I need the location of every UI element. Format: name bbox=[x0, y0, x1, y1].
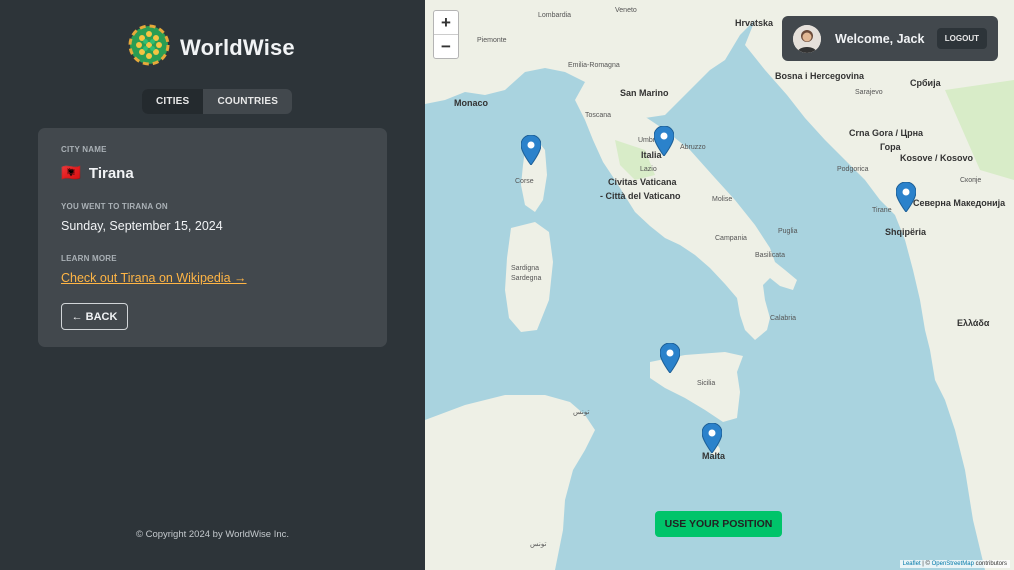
zoom-in-button[interactable]: + bbox=[434, 11, 458, 34]
tab-cities[interactable]: CITIES bbox=[142, 89, 204, 114]
copyright: © Copyright 2024 by WorldWise Inc. bbox=[135, 529, 290, 540]
sidebar: WorldWise CITIES COUNTRIES CITY NAME 🇦🇱 … bbox=[0, 0, 425, 570]
app: WorldWise CITIES COUNTRIES CITY NAME 🇦🇱 … bbox=[0, 0, 1014, 570]
map-label-lombardia: Lombardia bbox=[538, 12, 572, 19]
city-heading: 🇦🇱 Tirana bbox=[61, 163, 134, 183]
tab-countries[interactable]: COUNTRIES bbox=[203, 89, 292, 114]
city-marker[interactable] bbox=[896, 182, 916, 212]
city-marker[interactable] bbox=[660, 343, 680, 373]
map-label-calabria: Calabria bbox=[770, 315, 797, 322]
map-label-makedonija: Северна Македонија bbox=[913, 198, 1006, 208]
map-label-toscana: Toscana bbox=[585, 112, 612, 119]
app-name: WorldWise bbox=[180, 34, 295, 60]
map-label-veneto: Veneto bbox=[615, 7, 637, 14]
attribution-tail: contributors bbox=[973, 561, 1007, 567]
map-label-tunis-1: تونس bbox=[573, 409, 590, 416]
attribution-separator: | © bbox=[920, 561, 932, 567]
map-label-molise: Molise bbox=[712, 196, 733, 203]
logo[interactable]: WorldWise bbox=[128, 24, 295, 71]
city-marker[interactable] bbox=[521, 135, 541, 165]
view-tabs: CITIES COUNTRIES bbox=[142, 89, 293, 114]
leaflet-link[interactable]: Leaflet bbox=[903, 561, 921, 567]
logout-button[interactable]: LOGOUT bbox=[936, 28, 987, 49]
map-label-puglia: Puglia bbox=[778, 228, 798, 235]
map-label-vaticano-1: Civitas Vaticana bbox=[608, 177, 677, 187]
map-label-abruzzo: Abruzzo bbox=[680, 144, 706, 151]
map-label-emilia: Emilia-Romagna bbox=[568, 62, 620, 69]
osm-link[interactable]: OpenStreetMap bbox=[932, 561, 974, 567]
map-label-campania: Campania bbox=[715, 235, 747, 242]
map[interactable]: Lombardia Veneto Piemonte Emilia-Romagna… bbox=[425, 0, 1014, 570]
map-label-shqiperia: Shqipëria bbox=[885, 227, 927, 237]
city-name: Tirana bbox=[88, 164, 134, 182]
map-label-corse: Corse bbox=[515, 178, 534, 185]
wikipedia-link[interactable]: Check out Tirana on Wikipedia → bbox=[61, 271, 247, 285]
zoom-out-button[interactable]: − bbox=[434, 34, 458, 58]
city-details-card: CITY NAME 🇦🇱 Tirana YOU WENT TO TIRANA O… bbox=[38, 128, 387, 347]
map-label-sicilia: Sicilia bbox=[697, 380, 716, 387]
map-label-piemonte: Piemonte bbox=[477, 37, 507, 44]
avatar bbox=[793, 24, 821, 53]
zoom-control: + − bbox=[433, 10, 459, 59]
map-label-crna-gora-1: Crna Gora / Црна bbox=[849, 128, 924, 138]
back-button[interactable]: ← BACK bbox=[61, 303, 128, 330]
visit-date: Sunday, September 15, 2024 bbox=[61, 219, 223, 233]
map-label-sarajevo: Sarajevo bbox=[855, 89, 883, 96]
map-label-sardigna: Sardigna bbox=[511, 265, 540, 272]
map-label-hrvatska: Hrvatska bbox=[735, 18, 774, 28]
user-panel: Welcome, Jack LOGOUT bbox=[782, 16, 998, 61]
map-label-tirane: Tirane bbox=[872, 207, 892, 214]
map-label-sardegna: Sardegna bbox=[511, 275, 542, 282]
map-label-monaco: Monaco bbox=[454, 98, 489, 108]
map-label-skopje: Скопје bbox=[960, 177, 982, 184]
welcome-text: Welcome, Jack bbox=[835, 31, 925, 46]
map-label-crna-gora-2: Гора bbox=[880, 142, 901, 152]
map-label-lazio: Lazio bbox=[640, 166, 657, 173]
flag-icon: 🇦🇱 bbox=[61, 165, 81, 182]
city-name-label: CITY NAME bbox=[61, 145, 107, 154]
map-label-vaticano-2: - Città del Vaticano bbox=[600, 191, 681, 201]
map-label-srbija: Србија bbox=[910, 78, 941, 88]
map-label-bosna: Bosna i Hercegovina bbox=[775, 71, 865, 81]
map-label-tunis-2: تونس bbox=[530, 541, 547, 548]
map-label-basilicata: Basilicata bbox=[755, 252, 785, 259]
map-attribution: Leaflet | © OpenStreetMap contributors bbox=[899, 560, 1010, 568]
map-label-ellada: Ελλάδα bbox=[957, 318, 990, 328]
city-marker[interactable] bbox=[702, 423, 722, 453]
map-label-podgorica: Podgorica bbox=[837, 166, 869, 173]
city-marker[interactable] bbox=[654, 126, 674, 156]
map-label-san-marino: San Marino bbox=[620, 88, 669, 98]
learn-more-label: LEARN MORE bbox=[61, 254, 117, 263]
visit-date-label: YOU WENT TO TIRANA ON bbox=[61, 202, 168, 211]
use-position-button[interactable]: USE YOUR POSITION bbox=[655, 511, 782, 537]
logo-icon bbox=[128, 24, 170, 71]
map-label-kosovo: Kosove / Kosovo bbox=[900, 153, 974, 163]
